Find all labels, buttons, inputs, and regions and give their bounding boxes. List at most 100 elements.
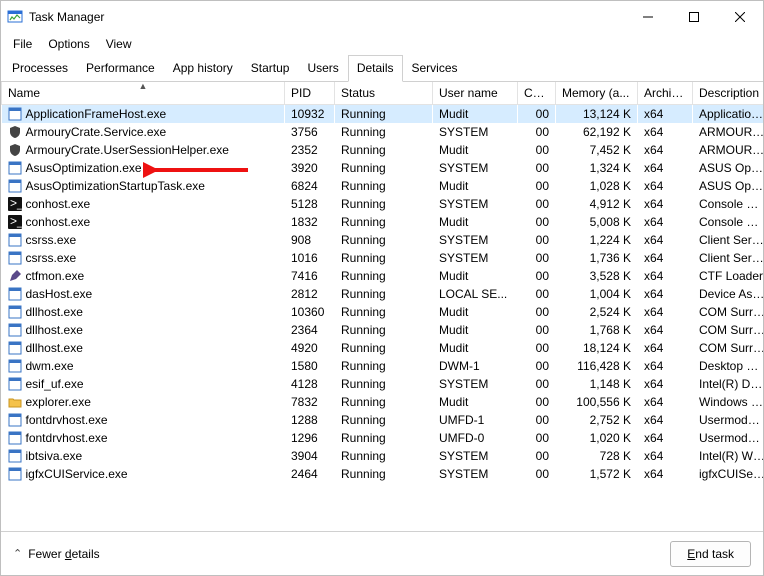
cell-status: Running <box>335 105 433 124</box>
cell-arch: x64 <box>638 231 693 249</box>
tab-users[interactable]: Users <box>298 55 347 82</box>
table-row[interactable]: fontdrvhost.exe1296RunningUMFD-0001,020 … <box>2 429 764 447</box>
cell-user: Mudit <box>433 321 518 339</box>
process-icon <box>8 449 22 463</box>
table-row[interactable]: igfxCUIService.exe2464RunningSYSTEM001,5… <box>2 465 764 483</box>
cell-pid: 1016 <box>285 249 335 267</box>
table-row[interactable]: ArmouryCrate.Service.exe3756RunningSYSTE… <box>2 123 764 141</box>
table-row[interactable]: ArmouryCrate.UserSessionHelper.exe2352Ru… <box>2 141 764 159</box>
col-status[interactable]: Status <box>335 82 433 105</box>
process-icon: >_ <box>8 215 22 229</box>
process-table-wrap: ▲Name PID Status User name CPU Memory (a… <box>1 82 763 531</box>
menu-file[interactable]: File <box>7 34 38 54</box>
close-button[interactable] <box>717 1 763 33</box>
cell-pid: 2352 <box>285 141 335 159</box>
cell-memory: 1,004 K <box>556 285 638 303</box>
cell-arch: x64 <box>638 303 693 321</box>
table-row[interactable]: dllhost.exe4920RunningMudit0018,124 Kx64… <box>2 339 764 357</box>
cell-cpu: 00 <box>518 303 556 321</box>
cell-user: SYSTEM <box>433 231 518 249</box>
cell-status: Running <box>335 375 433 393</box>
svg-text:>_: >_ <box>10 215 22 228</box>
menu-view[interactable]: View <box>100 34 138 54</box>
cell-desc: CTF Loader <box>693 267 764 285</box>
table-row[interactable]: dllhost.exe10360RunningMudit002,524 Kx64… <box>2 303 764 321</box>
cell-desc: ARMOURY CR <box>693 141 764 159</box>
table-row[interactable]: >_conhost.exe1832RunningMudit005,008 Kx6… <box>2 213 764 231</box>
table-row[interactable]: explorer.exe7832RunningMudit00100,556 Kx… <box>2 393 764 411</box>
table-row[interactable]: dasHost.exe2812RunningLOCAL SE...001,004… <box>2 285 764 303</box>
cell-memory: 728 K <box>556 447 638 465</box>
table-row[interactable]: dwm.exe1580RunningDWM-100116,428 Kx64Des… <box>2 357 764 375</box>
table-row[interactable]: csrss.exe908RunningSYSTEM001,224 Kx64Cli… <box>2 231 764 249</box>
col-desc[interactable]: Description <box>693 82 764 105</box>
chevron-up-icon: ⌃ <box>13 547 22 560</box>
cell-status: Running <box>335 357 433 375</box>
cell-arch: x64 <box>638 375 693 393</box>
cell-desc: Usermode For <box>693 411 764 429</box>
cell-name: dasHost.exe <box>2 285 285 303</box>
tab-performance[interactable]: Performance <box>77 55 164 82</box>
col-name[interactable]: ▲Name <box>2 82 285 105</box>
cell-arch: x64 <box>638 213 693 231</box>
table-row[interactable]: fontdrvhost.exe1288RunningUMFD-1002,752 … <box>2 411 764 429</box>
table-row[interactable]: AsusOptimization.exe3920RunningSYSTEM001… <box>2 159 764 177</box>
cell-cpu: 00 <box>518 339 556 357</box>
maximize-button[interactable] <box>671 1 717 33</box>
cell-pid: 3904 <box>285 447 335 465</box>
table-row[interactable]: esif_uf.exe4128RunningSYSTEM001,148 Kx64… <box>2 375 764 393</box>
cell-desc: Device Associa <box>693 285 764 303</box>
cell-status: Running <box>335 213 433 231</box>
process-icon <box>8 395 22 409</box>
table-row[interactable]: ctfmon.exe7416RunningMudit003,528 Kx64CT… <box>2 267 764 285</box>
end-task-button[interactable]: End task <box>670 541 751 567</box>
cell-pid: 1832 <box>285 213 335 231</box>
minimize-button[interactable] <box>625 1 671 33</box>
process-icon <box>8 287 22 301</box>
col-user[interactable]: User name <box>433 82 518 105</box>
cell-pid: 2364 <box>285 321 335 339</box>
cell-status: Running <box>335 321 433 339</box>
cell-name: igfxCUIService.exe <box>2 465 285 483</box>
cell-user: LOCAL SE... <box>433 285 518 303</box>
cell-name: ArmouryCrate.Service.exe <box>2 123 285 141</box>
col-cpu[interactable]: CPU <box>518 82 556 105</box>
fewer-details-label: Fewer details <box>28 547 99 561</box>
table-row[interactable]: dllhost.exe2364RunningMudit001,768 Kx64C… <box>2 321 764 339</box>
process-icon <box>8 323 22 337</box>
cell-status: Running <box>335 177 433 195</box>
cell-name: dllhost.exe <box>2 339 285 357</box>
cell-arch: x64 <box>638 393 693 411</box>
cell-user: DWM-1 <box>433 357 518 375</box>
col-memory[interactable]: Memory (a... <box>556 82 638 105</box>
cell-memory: 18,124 K <box>556 339 638 357</box>
process-icon <box>8 125 22 139</box>
tab-processes[interactable]: Processes <box>3 55 77 82</box>
cell-status: Running <box>335 249 433 267</box>
cell-user: Mudit <box>433 267 518 285</box>
table-row[interactable]: ibtsiva.exe3904RunningSYSTEM00728 Kx64In… <box>2 447 764 465</box>
cell-status: Running <box>335 465 433 483</box>
cell-desc: Application Fr <box>693 105 764 124</box>
cell-arch: x64 <box>638 429 693 447</box>
table-row[interactable]: AsusOptimizationStartupTask.exe6824Runni… <box>2 177 764 195</box>
tab-app-history[interactable]: App history <box>164 55 242 82</box>
table-row[interactable]: csrss.exe1016RunningSYSTEM001,736 Kx64Cl… <box>2 249 764 267</box>
tab-details[interactable]: Details <box>348 55 403 82</box>
cell-arch: x64 <box>638 105 693 124</box>
menu-options[interactable]: Options <box>42 34 95 54</box>
cell-status: Running <box>335 447 433 465</box>
cell-status: Running <box>335 393 433 411</box>
cell-cpu: 00 <box>518 411 556 429</box>
tab-services[interactable]: Services <box>403 55 467 82</box>
process-icon <box>8 341 22 355</box>
tab-startup[interactable]: Startup <box>242 55 299 82</box>
table-row[interactable]: >_conhost.exe5128RunningSYSTEM004,912 Kx… <box>2 195 764 213</box>
fewer-details-toggle[interactable]: ⌃ Fewer details <box>13 547 670 561</box>
cell-user: Mudit <box>433 141 518 159</box>
svg-text:>_: >_ <box>10 197 22 210</box>
table-row[interactable]: ApplicationFrameHost.exe10932RunningMudi… <box>2 105 764 124</box>
cell-memory: 62,192 K <box>556 123 638 141</box>
col-pid[interactable]: PID <box>285 82 335 105</box>
col-arch[interactable]: Archite... <box>638 82 693 105</box>
